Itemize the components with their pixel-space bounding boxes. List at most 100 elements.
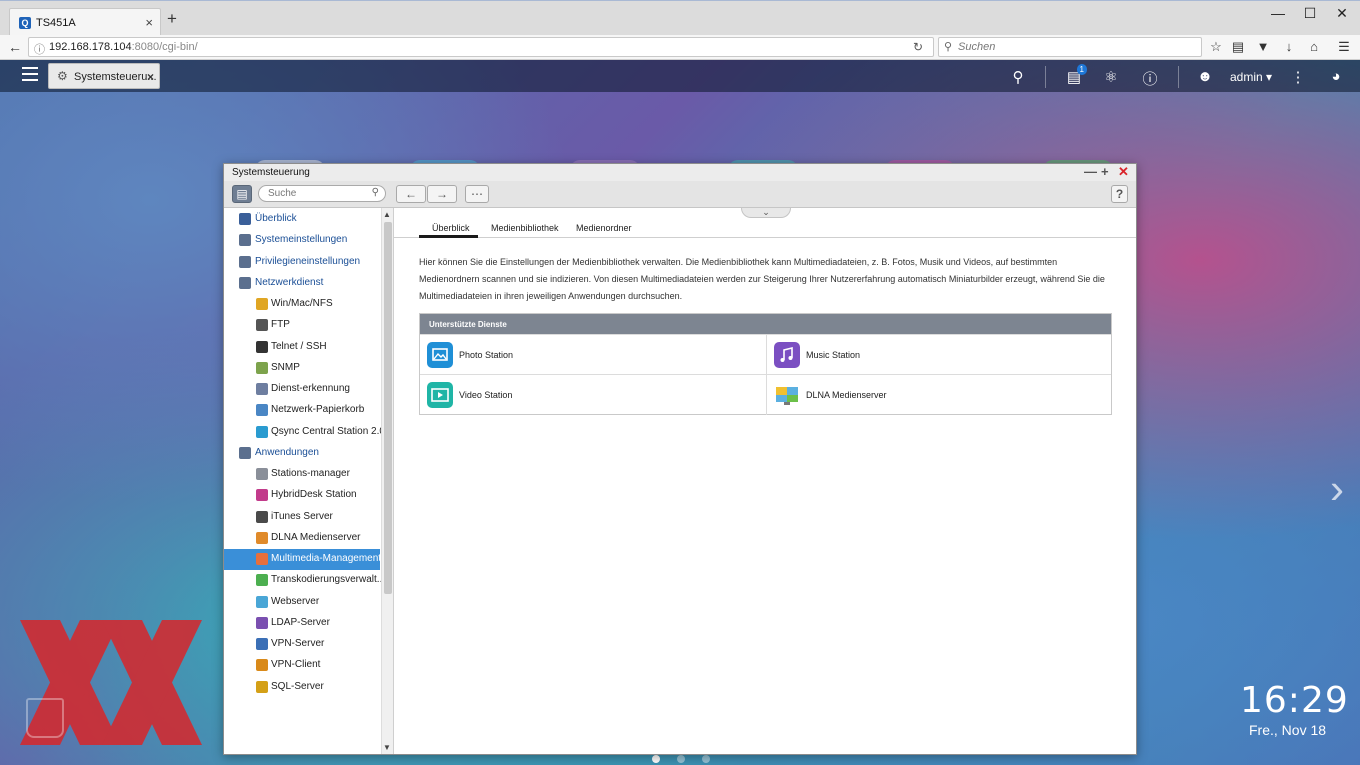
- page-indicator-dot[interactable]: [677, 755, 685, 763]
- station-icon: [256, 468, 268, 480]
- browser-search-input[interactable]: ⚲ Suchen: [938, 37, 1202, 57]
- new-tab-button[interactable]: +: [167, 10, 177, 27]
- window-search-placeholder: Suche: [268, 188, 297, 199]
- sidebar-item[interactable]: DLNA Medienserver: [224, 528, 380, 549]
- info-icon[interactable]: ⓘ: [1139, 68, 1161, 89]
- service-video-station[interactable]: Video Station: [420, 375, 766, 415]
- sidebar-item[interactable]: Anwendungen: [224, 443, 380, 464]
- page-indicator-dot[interactable]: [652, 755, 660, 763]
- desktop-date: Fre., Nov 18: [1249, 722, 1327, 738]
- hybriddesk-icon: [256, 489, 268, 502]
- sidebar-item[interactable]: Multimedia-Management: [224, 549, 381, 570]
- sidebar-item[interactable]: Win/Mac/NFS: [224, 294, 380, 315]
- service-photo-station[interactable]: Photo Station: [420, 335, 766, 375]
- back-arrow-icon[interactable]: ←: [396, 185, 426, 203]
- sidebar-item[interactable]: Überblick: [224, 209, 380, 230]
- sidebar-item-label: Qsync Central Station 2.0: [271, 425, 385, 437]
- user-menu[interactable]: admin ▾: [1230, 70, 1272, 84]
- pocket-icon[interactable]: ▼: [1254, 39, 1272, 54]
- window-close-button[interactable]: ✕: [1326, 5, 1358, 22]
- bookmark-star-icon[interactable]: ☆: [1207, 39, 1225, 55]
- sidebar-item[interactable]: VPN-Server: [224, 634, 380, 655]
- sidebar-item[interactable]: Stations-manager: [224, 464, 380, 485]
- scrollbar-thumb[interactable]: [384, 222, 392, 594]
- dashboard-icon[interactable]: ◕: [1325, 68, 1347, 85]
- collapse-chevron-icon[interactable]: ⌄: [741, 208, 791, 218]
- sidebar-toggle-icon[interactable]: ▤: [232, 185, 252, 203]
- user-avatar-icon[interactable]: ☻: [1194, 68, 1216, 85]
- active-tab-indicator: [419, 235, 478, 238]
- window-maximize-icon[interactable]: +: [1101, 165, 1109, 179]
- sidebar-nav: Überblick Systemeinstellungen Privilegiene…: [224, 208, 394, 754]
- sidebar-item[interactable]: FTP: [224, 315, 380, 336]
- sidebar-item[interactable]: Systemeinstellungen: [224, 230, 380, 251]
- tab-close-icon[interactable]: ×: [145, 15, 153, 30]
- scroll-up-icon[interactable]: ▲: [383, 210, 391, 219]
- dlna-server-icon: [774, 382, 800, 408]
- more-options-icon[interactable]: ⋮: [1287, 68, 1309, 86]
- window-close-icon[interactable]: ✕: [1118, 165, 1129, 179]
- sidebar-item[interactable]: HybridDesk Station: [224, 485, 380, 506]
- sidebar-item[interactable]: Netzwerk-Papierkorb: [224, 400, 380, 421]
- main-content: ⌄ Überblick Medienbibliothek Medienordne…: [394, 208, 1136, 754]
- sidebar-item[interactable]: Privilegieneinstellungen: [224, 252, 380, 273]
- window-title: Systemsteuerung: [232, 167, 310, 178]
- sidebar-item[interactable]: SQL-Server: [224, 677, 380, 698]
- sidebar-item-label: Privilegieneinstellungen: [255, 255, 361, 267]
- reading-list-icon[interactable]: ▤: [1229, 39, 1247, 55]
- sidebar-item[interactable]: Netzwerkdienst: [224, 273, 380, 294]
- recycle-bin-icon[interactable]: [26, 698, 64, 738]
- page-indicator-dot[interactable]: [702, 755, 710, 763]
- sidebar-item-label: Stations-manager: [271, 468, 350, 479]
- next-page-arrow-icon[interactable]: ›: [1330, 465, 1344, 513]
- sidebar-item[interactable]: Webserver: [224, 592, 380, 613]
- event-notifications-icon[interactable]: ⚛: [1100, 68, 1122, 86]
- tab-divider: [394, 237, 1136, 238]
- user-icon: [239, 255, 251, 268]
- sidebar-item[interactable]: iTunes Server: [224, 507, 380, 528]
- grid-view-icon[interactable]: ⋯: [465, 185, 489, 203]
- sidebar-scrollbar[interactable]: ▲ ▼: [381, 208, 393, 754]
- minimize-button[interactable]: —: [1262, 5, 1294, 21]
- sidebar-item[interactable]: SNMP: [224, 358, 380, 379]
- menu-icon[interactable]: ☰: [1335, 39, 1353, 55]
- window-titlebar[interactable]: Systemsteuerung — + ✕: [224, 164, 1136, 181]
- sidebar-item[interactable]: VPN-Client: [224, 655, 380, 676]
- service-music-station[interactable]: Music Station: [766, 335, 1112, 375]
- help-button[interactable]: ?: [1111, 185, 1128, 203]
- sidebar-item[interactable]: LDAP-Server: [224, 613, 380, 634]
- window-search-input[interactable]: Suche ⚲: [258, 185, 386, 202]
- chart-icon: [256, 361, 268, 374]
- table-row: Video Station DLNA Medienserver: [420, 374, 1112, 415]
- home-icon[interactable]: ⌂: [1305, 39, 1323, 54]
- service-dlna-medienserver[interactable]: DLNA Medienserver: [766, 375, 1112, 415]
- forward-arrow-icon[interactable]: →: [427, 185, 457, 203]
- sql-icon: [256, 680, 268, 693]
- sidebar-item[interactable]: Qsync Central Station 2.0: [224, 422, 385, 443]
- sidebar-item-label: VPN-Client: [271, 659, 321, 671]
- info-icon[interactable]: ⓘ: [34, 41, 45, 57]
- gear-icon: ⚙: [57, 69, 68, 83]
- download-icon[interactable]: ↓: [1280, 39, 1298, 54]
- overview-icon: [239, 213, 251, 225]
- main-menu-icon[interactable]: [22, 67, 38, 85]
- background-tasks-icon[interactable]: ▤ 1: [1063, 64, 1087, 86]
- browser-tab[interactable]: Q TS451A ×: [9, 8, 161, 36]
- app-tab-systemsteuerung[interactable]: ⚙ Systemsteueru... ×: [48, 63, 160, 89]
- sidebar-item[interactable]: Transkodierungsverwalt...: [224, 570, 385, 591]
- search-icon[interactable]: ⚲: [1007, 68, 1029, 86]
- sidebar-item[interactable]: Dienst-erkennung: [224, 379, 380, 400]
- tab-ueberblick[interactable]: Überblick: [432, 223, 470, 233]
- scroll-down-icon[interactable]: ▼: [383, 743, 391, 752]
- reload-icon[interactable]: ↻: [913, 40, 923, 54]
- back-arrow-icon[interactable]: ←: [8, 39, 22, 55]
- window-minimize-icon[interactable]: —: [1084, 165, 1097, 179]
- maximize-button[interactable]: ☐: [1294, 5, 1326, 22]
- video-station-icon: [427, 382, 453, 408]
- sidebar-item[interactable]: Telnet / SSH: [224, 337, 380, 358]
- tab-medienordner[interactable]: Medienordner: [576, 223, 632, 233]
- service-name: DLNA Medienserver: [806, 390, 887, 400]
- app-tab-close-icon[interactable]: ×: [147, 70, 154, 84]
- address-bar[interactable]: ⓘ 192.168.178.104:8080/cgi-bin/ ↻: [28, 37, 934, 57]
- tab-medienbibliothek[interactable]: Medienbibliothek: [491, 223, 559, 233]
